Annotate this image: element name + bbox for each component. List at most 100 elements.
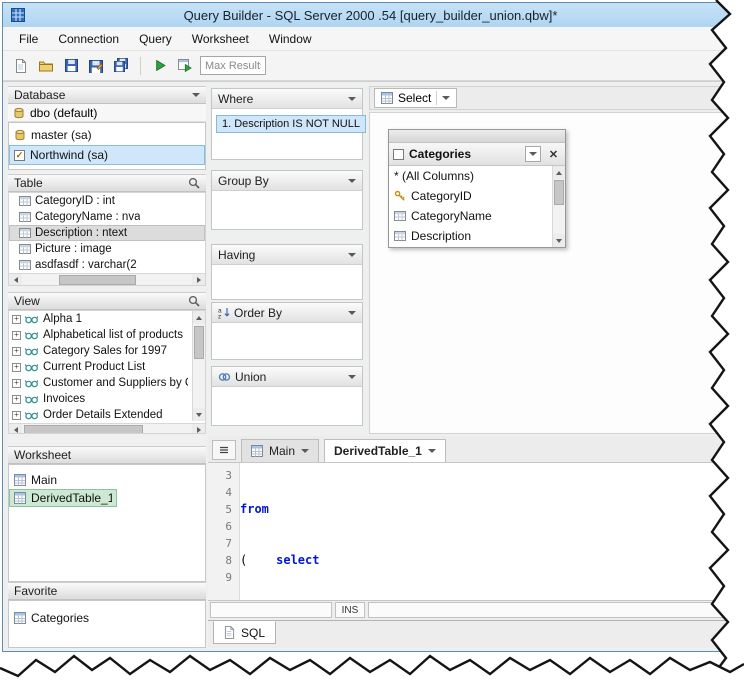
dropdown-icon[interactable] — [348, 310, 356, 319]
search-icon[interactable] — [188, 177, 200, 189]
database-item-master[interactable]: master (sa) — [9, 125, 205, 145]
having-panel-header[interactable]: Having — [212, 245, 362, 265]
editor-tab-derivedtable[interactable]: DerivedTable_1 — [324, 439, 446, 462]
table-column-row-categoryid[interactable]: CategoryID — [389, 186, 552, 206]
scroll-right-button[interactable] — [192, 273, 205, 285]
favorite-item-categories[interactable]: Categories — [9, 609, 205, 627]
scroll-down-button[interactable] — [552, 234, 565, 247]
scroll-up-button[interactable] — [552, 166, 565, 179]
run-options-button[interactable] — [175, 56, 195, 76]
schema-item-dbo[interactable]: dbo (default) — [8, 104, 206, 122]
view-item[interactable]: + Invoices — [9, 391, 192, 407]
expand-icon[interactable]: + — [12, 346, 21, 356]
scrollbar-thumb[interactable] — [59, 274, 136, 285]
table-column-row-description[interactable]: Description — [389, 226, 552, 246]
table-window-dropdown-button[interactable] — [525, 146, 541, 162]
sql-view-tab[interactable]: SQL — [213, 621, 277, 644]
tab-dropdown-icon[interactable] — [301, 449, 310, 457]
scrollbar-thumb[interactable] — [553, 180, 564, 205]
table-select-all-checkbox[interactable] — [393, 148, 404, 160]
categories-table-window[interactable]: Categories ✕ * (All Columns) CategoryID — [388, 129, 566, 248]
where-condition-chip[interactable]: 1. Description IS NOT NULL — [216, 115, 366, 133]
view-item[interactable]: + Alphabetical list of products — [9, 327, 192, 343]
tab-dropdown-icon[interactable] — [427, 449, 436, 457]
menu-query[interactable]: Query — [129, 28, 182, 50]
editor-tab-main[interactable]: Main — [241, 439, 320, 462]
collapse-database-icon[interactable] — [192, 93, 200, 101]
view-item[interactable]: + Current Product List — [9, 359, 192, 375]
table-window-vertical-scrollbar[interactable] — [552, 166, 565, 247]
table-horizontal-scrollbar[interactable] — [9, 273, 205, 285]
scroll-up-button[interactable] — [192, 311, 205, 324]
code-area[interactable]: from ( select * from [Northwind].[dbo].[… — [240, 463, 738, 600]
union-panel-body[interactable] — [212, 387, 362, 397]
column-item-picture[interactable]: Picture : image — [9, 241, 205, 257]
menu-window[interactable]: Window — [259, 28, 322, 50]
database-section-header[interactable]: Database — [8, 86, 206, 104]
column-item-categoryname[interactable]: CategoryName : nva — [9, 209, 205, 225]
table-window-header[interactable]: Categories ✕ — [389, 143, 565, 166]
database-item-northwind[interactable]: ✓ Northwind (sa) — [9, 145, 205, 165]
column-item-description[interactable]: Description : ntext — [9, 225, 205, 241]
where-panel-header[interactable]: Where — [212, 89, 362, 109]
save-all-button[interactable] — [111, 56, 131, 76]
expand-icon[interactable]: + — [12, 362, 21, 372]
scrollbar-thumb[interactable] — [23, 424, 143, 433]
worksheet-item-main[interactable]: Main — [9, 471, 205, 489]
table-window-caption[interactable] — [389, 130, 565, 143]
view-item[interactable]: + Customer and Suppliers by C — [9, 375, 192, 391]
database-checked-checkbox[interactable]: ✓ — [14, 149, 25, 161]
scroll-right-button[interactable] — [192, 423, 205, 433]
union-panel-header[interactable]: Union — [212, 367, 362, 387]
view-horizontal-scrollbar[interactable] — [9, 423, 205, 433]
query-canvas[interactable]: Categories ✕ * (All Columns) CategoryID — [369, 112, 738, 434]
code-line[interactable]: from — [240, 501, 738, 518]
worksheet-list-button[interactable] — [212, 440, 236, 460]
dropdown-icon[interactable] — [442, 96, 451, 104]
dropdown-icon[interactable] — [348, 374, 356, 383]
expand-icon[interactable]: + — [12, 314, 21, 324]
title-bar[interactable]: Query Builder - SQL Server 2000 .54 [que… — [3, 3, 738, 27]
where-panel-body[interactable]: 1. Description IS NOT NULL — [212, 109, 366, 138]
view-section-header[interactable]: View — [8, 292, 206, 310]
view-item[interactable]: + Category Sales for 1997 — [9, 343, 192, 359]
run-query-button[interactable] — [150, 56, 170, 76]
expand-icon[interactable]: + — [12, 330, 21, 340]
table-column-row-all[interactable]: * (All Columns) — [389, 166, 552, 186]
expand-icon[interactable]: + — [12, 410, 21, 420]
favorite-section-header[interactable]: Favorite — [8, 582, 206, 600]
menu-worksheet[interactable]: Worksheet — [182, 28, 259, 50]
table-column-row-categoryname[interactable]: CategoryName — [389, 206, 552, 226]
menu-connection[interactable]: Connection — [48, 28, 129, 50]
dropdown-icon[interactable] — [348, 252, 356, 261]
group-by-panel-body[interactable] — [212, 191, 362, 201]
scroll-left-button[interactable] — [9, 423, 22, 433]
expand-icon[interactable]: + — [12, 378, 21, 388]
search-icon[interactable] — [188, 295, 200, 307]
dropdown-icon[interactable] — [348, 178, 356, 187]
new-file-button[interactable] — [11, 56, 31, 76]
order-by-panel-header[interactable]: Order By — [212, 303, 362, 323]
menu-file[interactable]: File — [9, 28, 48, 50]
max-results-input[interactable] — [200, 56, 266, 75]
view-item[interactable]: + Alpha 1 — [9, 311, 192, 327]
column-item-categoryid[interactable]: CategoryID : int — [9, 193, 205, 209]
group-by-panel-header[interactable]: Group By — [212, 171, 362, 191]
open-file-button[interactable] — [36, 56, 56, 76]
code-line[interactable]: ( select — [240, 552, 738, 569]
view-item[interactable]: + Order Details Extended — [9, 407, 192, 423]
scroll-left-button[interactable] — [9, 273, 22, 285]
dropdown-icon[interactable] — [348, 96, 356, 105]
having-panel-body[interactable] — [212, 265, 362, 275]
worksheet-section-header[interactable]: Worksheet — [8, 446, 206, 464]
view-vertical-scrollbar[interactable] — [192, 311, 205, 421]
save-button[interactable] — [61, 56, 81, 76]
save-as-button[interactable] — [86, 56, 106, 76]
column-item-asdfasdf[interactable]: asdfasdf : varchar(2 — [9, 257, 205, 273]
worksheet-item-derivedtable[interactable]: DerivedTable_1 — [9, 489, 117, 507]
sql-code-editor[interactable]: 3 4 5 6 7 8 9 from ( select * from — [208, 463, 738, 601]
table-section-header[interactable]: Table — [8, 174, 206, 192]
select-tab[interactable]: Select — [374, 88, 458, 108]
expand-icon[interactable]: + — [12, 394, 21, 404]
order-by-panel-body[interactable] — [212, 323, 362, 333]
